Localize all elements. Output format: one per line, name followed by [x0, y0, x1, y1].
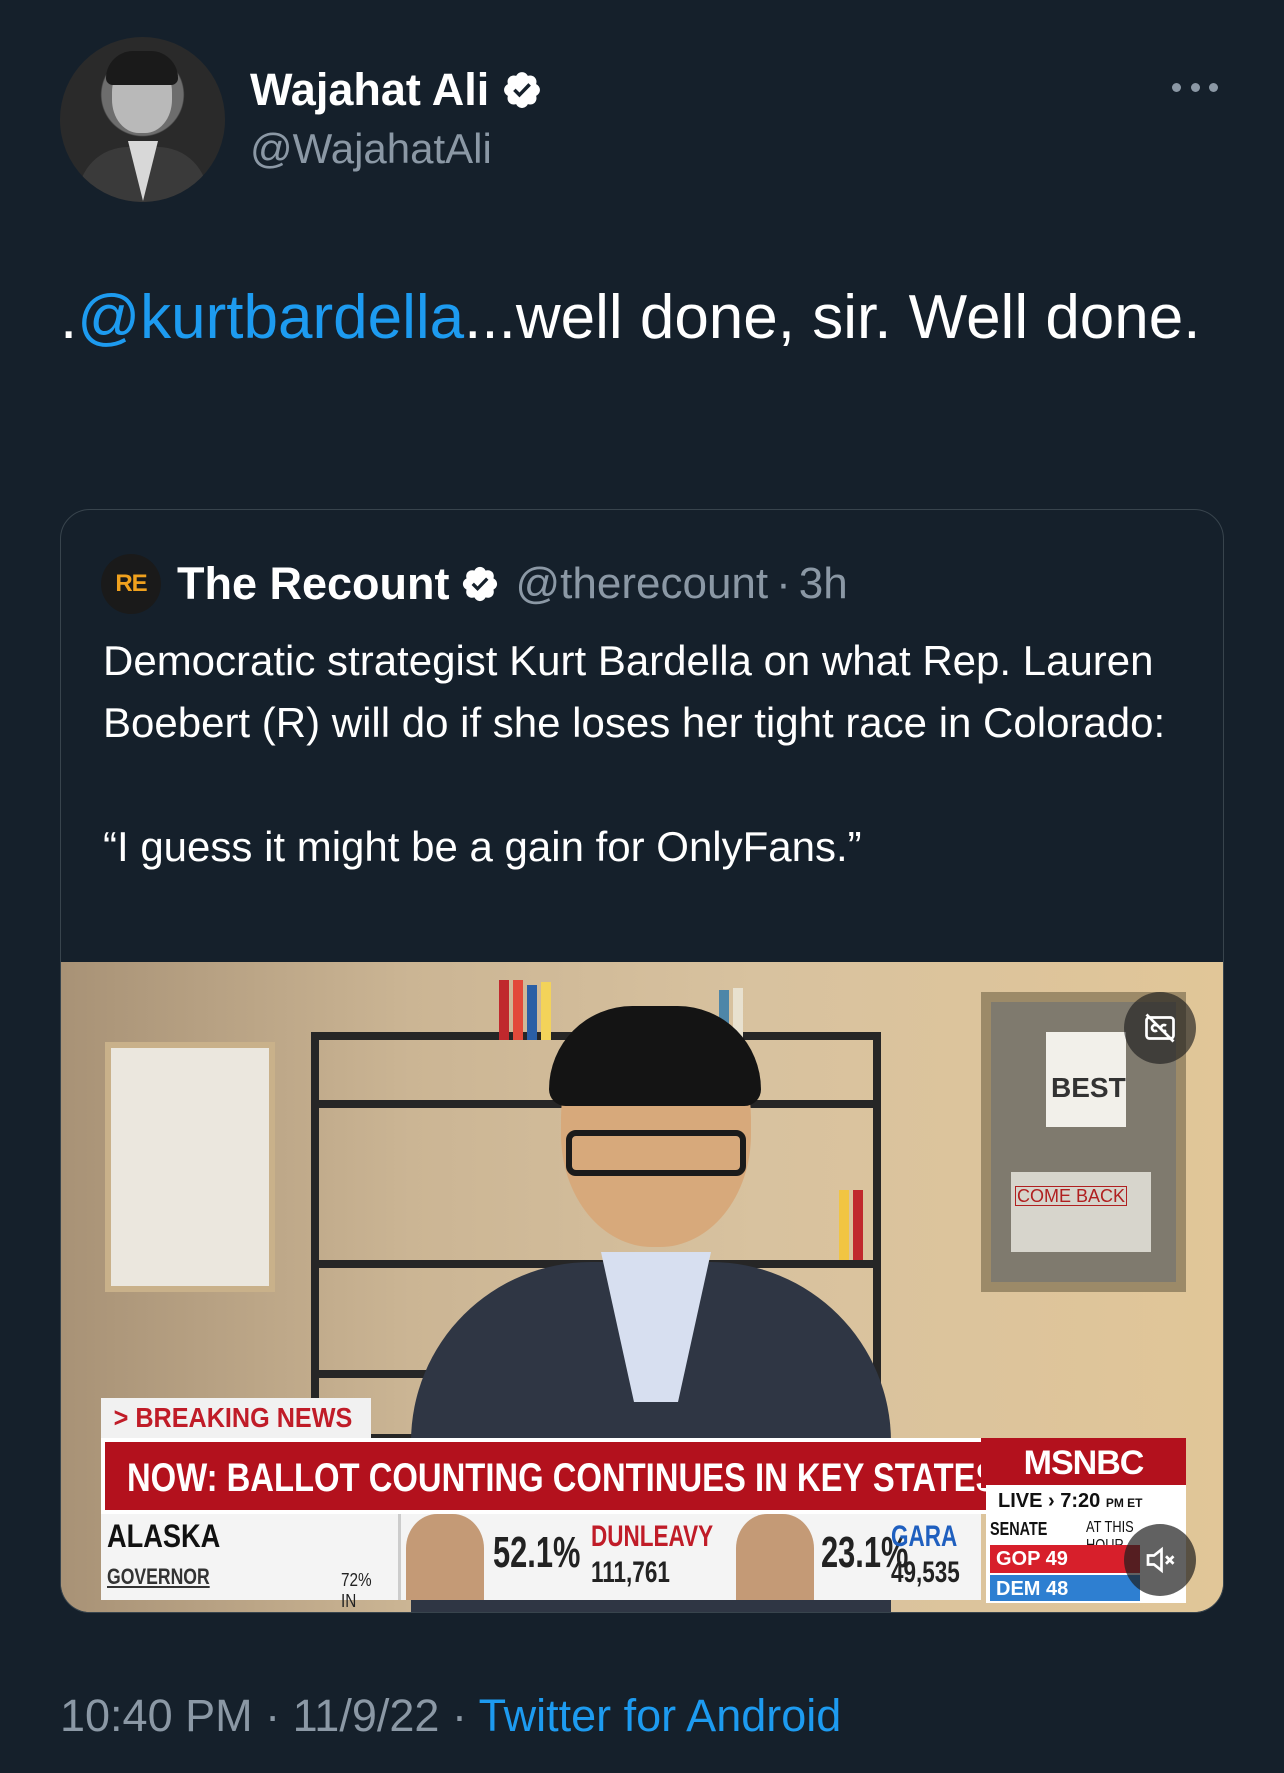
tweet-date[interactable]: 11/9/22 [293, 1690, 440, 1741]
mention-link[interactable]: @kurtbardella [77, 283, 464, 352]
tweet-prefix: . [60, 283, 78, 352]
race-label: ALASKA GOVERNOR 72% IN [101, 1514, 401, 1611]
candidate-percent: 52.1% [493, 1528, 581, 1577]
wall-art [105, 1042, 275, 1292]
quoted-timestamp: 3h [798, 559, 848, 608]
more-options-icon[interactable] [1172, 80, 1218, 94]
tweet-time[interactable]: 10:40 PM [60, 1690, 253, 1741]
news-headline-banner: NOW: BALLOT COUNTING CONTINUES IN KEY ST… [101, 1438, 1041, 1514]
poster-best-text: BEST [1051, 1072, 1126, 1103]
avatar-hair [106, 51, 178, 85]
election-ticker: ALASKA GOVERNOR 72% IN 52.1% DUNLEAVY 11… [101, 1514, 981, 1611]
meta-separator: · [439, 1690, 479, 1741]
tweet-text: .@kurtbardella...well done, sir. Well do… [60, 274, 1230, 361]
captions-off-icon[interactable] [1124, 992, 1196, 1064]
network-logo: MSNBC [981, 1438, 1186, 1488]
candidate-photo [736, 1514, 814, 1600]
meta-separator: · [252, 1690, 293, 1741]
network-name: MSNBC [1023, 1443, 1145, 1482]
author-handle[interactable]: @WajahatAli [250, 125, 492, 173]
quoted-author-handle: @therecount [515, 559, 769, 608]
candidate-photo [406, 1514, 484, 1600]
senate-label: SENATE [990, 1519, 1048, 1539]
quoted-tweet-text: Democratic strategist Kurt Bardella on w… [103, 637, 1166, 870]
news-headline-text: NOW: BALLOT COUNTING CONTINUES IN KEY ST… [127, 1456, 998, 1500]
breaking-news-label: > BREAKING NEWS [101, 1398, 371, 1438]
speaker-glasses [566, 1130, 746, 1176]
verified-badge-icon [504, 72, 541, 108]
dem-bar: DEM 48 [990, 1575, 1140, 1601]
tweet-meta: 10:40 PM · 11/9/22 · Twitter for Android [60, 1690, 841, 1742]
live-time-label: LIVE › 7:20 PM ET [986, 1485, 1186, 1517]
video-player[interactable]: BEST COME BACK > BREAKING NEWS NOW: BALL… [61, 962, 1223, 1612]
race-state: ALASKA [107, 1518, 221, 1554]
reporting-percent: 72% IN [341, 1570, 372, 1611]
author-avatar[interactable] [60, 37, 225, 202]
gop-count: GOP 49 [996, 1548, 1068, 1570]
quoted-author-name: The Recount [177, 558, 450, 609]
candidate-votes: 49,535 [891, 1556, 960, 1589]
tweet-body: ...well done, sir. Well done. [464, 283, 1201, 352]
quoted-separator: · [776, 559, 791, 608]
candidate-name: GARA [891, 1520, 958, 1553]
race-office: GOVERNOR [107, 1564, 210, 1589]
mute-icon[interactable] [1124, 1524, 1196, 1596]
recount-logo-icon: RE [101, 554, 161, 614]
tweet-source-link[interactable]: Twitter for Android [479, 1690, 842, 1741]
quoted-verified-badge-icon [462, 566, 497, 602]
poster-comeback-text: COME BACK [1015, 1186, 1128, 1206]
dem-count: DEM 48 [996, 1578, 1069, 1600]
candidate-votes: 111,761 [591, 1556, 670, 1589]
gop-bar: GOP 49 [990, 1545, 1140, 1573]
quoted-tweet-card[interactable]: RE The Recount @therecount · 3h Democrat… [60, 509, 1224, 1613]
author-display-name[interactable]: Wajahat Ali [250, 64, 489, 116]
quoted-tweet-header: RE The Recount @therecount · 3h [101, 552, 848, 616]
author-name-row[interactable]: Wajahat Ali [250, 64, 543, 116]
live-timezone: PM ET [1105, 1496, 1143, 1510]
live-time-text: LIVE › 7:20 [998, 1490, 1101, 1512]
candidate-name: DUNLEAVY [591, 1520, 714, 1553]
